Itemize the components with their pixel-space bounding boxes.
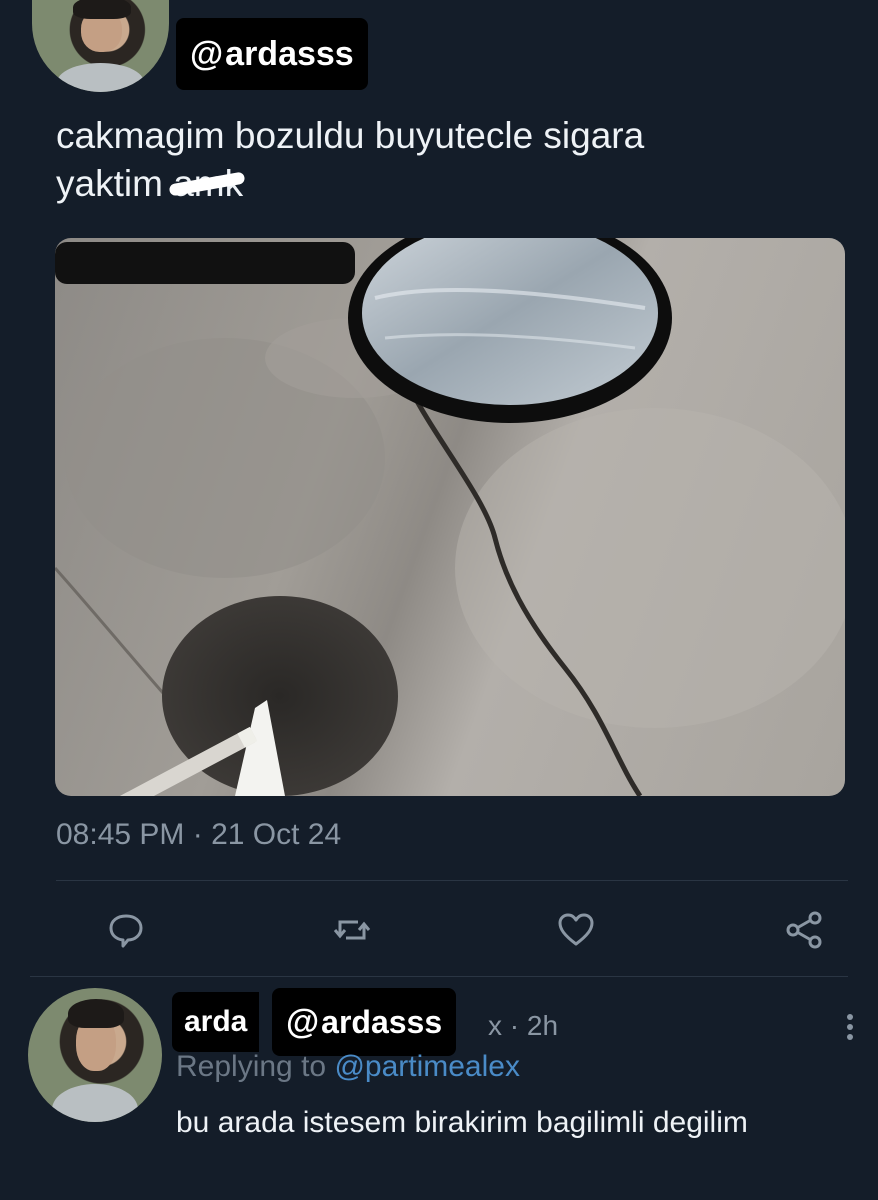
replying-to-mention[interactable]: @partimealex bbox=[334, 1050, 520, 1083]
tweet-text-line-1: cakmagim bozuldu buyutecle sigara bbox=[56, 115, 645, 156]
reply-author-name[interactable]: arda bbox=[172, 992, 260, 1052]
like-icon bbox=[558, 913, 594, 946]
threads-logo-icon: @ bbox=[286, 1002, 320, 1041]
tweet-timestamp: 08:45 PM · 21 Oct 24 bbox=[56, 818, 342, 851]
reply-author-avatar[interactable] bbox=[28, 988, 162, 1122]
more-options-icon[interactable] bbox=[844, 1012, 856, 1042]
handle-text: ardasss bbox=[321, 1003, 443, 1040]
avatar-hair bbox=[73, 0, 131, 20]
reply-button[interactable] bbox=[104, 908, 148, 952]
author-handle-tag[interactable]: @ardasss bbox=[176, 18, 368, 90]
avatar-shirt bbox=[52, 1084, 138, 1122]
threads-logo-icon: @ bbox=[190, 34, 224, 73]
reply-author-handle-tag[interactable]: @ardasss bbox=[272, 988, 457, 1056]
reply-text: bu arada istesem birakirim bagilimli deg… bbox=[176, 1106, 748, 1139]
reply-author-handle: @ardasss bbox=[286, 1003, 442, 1042]
share-button[interactable] bbox=[782, 908, 826, 952]
tweet-text-word: yaktim bbox=[56, 163, 163, 204]
share-icon bbox=[786, 911, 822, 949]
replying-to: Replying to @partimealex bbox=[176, 1050, 520, 1084]
avatar-shirt bbox=[56, 62, 145, 92]
like-button[interactable] bbox=[554, 908, 598, 952]
author-handle: @ardasss bbox=[190, 35, 354, 74]
tweet-photo[interactable] bbox=[55, 238, 845, 796]
divider-bottom bbox=[30, 976, 848, 977]
reply-time: x · 2h bbox=[488, 1010, 559, 1041]
retweet-button[interactable] bbox=[330, 908, 374, 952]
retweet-icon bbox=[333, 920, 371, 940]
handle-text: ardasss bbox=[225, 34, 354, 73]
tweet-text-line-2: yaktim amk bbox=[56, 160, 836, 208]
reply-icon bbox=[109, 914, 143, 948]
tweet-text: cakmagim bozuldu buyutecle sigara yaktim… bbox=[56, 112, 836, 208]
author-avatar[interactable] bbox=[32, 0, 169, 92]
replying-to-label: Replying to bbox=[176, 1050, 327, 1083]
divider-top bbox=[56, 880, 848, 881]
avatar-hair bbox=[68, 998, 125, 1029]
magnifier-cigarette-photo bbox=[55, 238, 845, 796]
scribbled-word: amk bbox=[173, 160, 243, 208]
